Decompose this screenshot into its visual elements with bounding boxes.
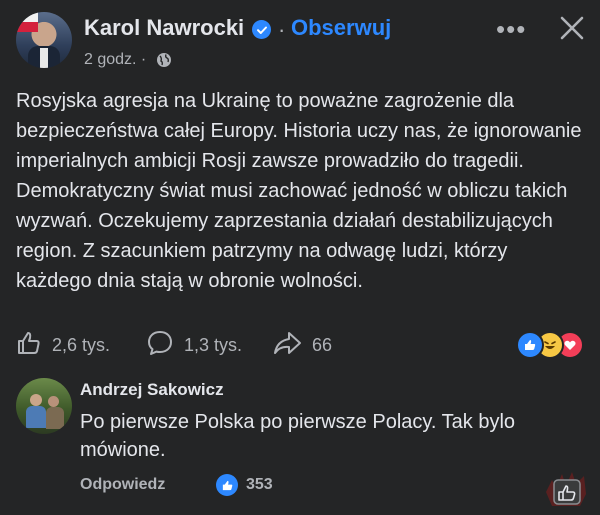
reply-button[interactable]: Odpowiedz	[80, 476, 165, 494]
comment-icon	[146, 329, 174, 362]
share-button[interactable]: 66	[272, 330, 332, 360]
like-button[interactable]: 2,6 tys.	[16, 330, 110, 360]
comment-count: 1,3 tys.	[184, 334, 243, 355]
comment-reactions[interactable]: 353	[216, 474, 273, 496]
comment-text: Po pierwsze Polska po pierwsze Polacy. T…	[80, 411, 516, 461]
post-text: Rosyjska agresja na Ukrainę to poważne z…	[16, 90, 582, 292]
follow-button[interactable]: Obserwuj	[291, 15, 391, 41]
comment-button[interactable]: 1,3 tys.	[146, 330, 242, 360]
like-count: 2,6 tys.	[52, 334, 111, 355]
comment-author[interactable]: Andrzej Sakowicz	[80, 380, 224, 400]
verified-badge-icon	[252, 20, 271, 39]
like-icon	[16, 330, 42, 361]
share-count: 66	[312, 334, 333, 355]
reactions-summary[interactable]	[516, 331, 586, 359]
watermark-logo-icon	[540, 462, 592, 510]
commenter-avatar[interactable]	[16, 378, 72, 434]
author-avatar[interactable]	[16, 12, 72, 68]
header-separator: ·	[278, 17, 286, 42]
globe-icon	[156, 52, 172, 68]
close-icon[interactable]	[556, 12, 588, 44]
more-options-icon[interactable]: •••	[496, 14, 526, 45]
comment-like-count: 353	[246, 476, 273, 493]
share-icon	[272, 330, 302, 361]
post-timestamp[interactable]: 2 godz. ·	[84, 51, 146, 69]
like-reaction-icon	[516, 331, 544, 359]
like-reaction-icon	[216, 474, 238, 496]
author-name[interactable]: Karol Nawrocki	[84, 15, 244, 41]
